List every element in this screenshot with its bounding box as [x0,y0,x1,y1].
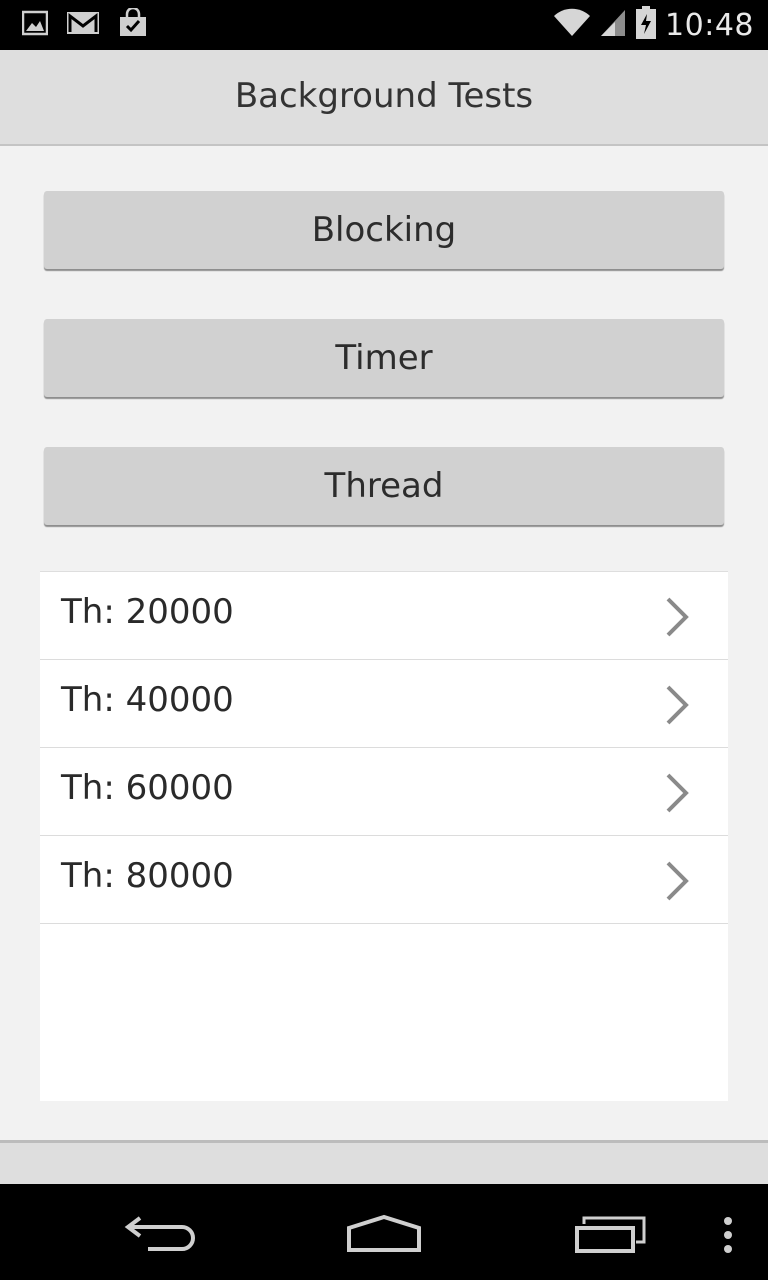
page-title: Background Tests [234,76,534,116]
image-icon [21,10,49,40]
status-time: 10:48 [665,7,754,43]
navigation-bar [0,1184,768,1280]
list-item-label: Th: 40000 [61,680,234,720]
bottom-toolbar [0,1140,768,1184]
signal-icon [599,8,627,42]
battery-charging-icon [635,6,657,44]
chevron-right-icon [666,597,689,637]
shopping-bag-icon [118,6,148,42]
gmail-icon [66,10,100,40]
chevron-right-icon [666,685,689,725]
wifi-icon [553,8,591,42]
action-bar: Background Tests [0,50,768,146]
list-item-label: Th: 20000 [61,592,234,632]
main-content: Blocking Timer Thread Th: 20000 Th: 4000… [0,146,768,1140]
status-bar: 10:48 [0,0,768,50]
chevron-right-icon [666,773,689,813]
blocking-button[interactable]: Blocking [44,191,724,269]
list-item[interactable]: Th: 80000 [40,836,728,924]
system-icons: 10:48 [553,6,754,44]
thread-list: Th: 20000 Th: 40000 Th: 60000 Th: 80000 [40,571,728,1101]
home-icon[interactable] [346,1214,422,1258]
list-item[interactable]: Th: 20000 [40,572,728,660]
notification-icons [21,6,148,42]
list-item-label: Th: 80000 [61,856,234,896]
list-item-label: Th: 60000 [61,768,234,808]
recents-icon[interactable] [574,1216,646,1258]
timer-button[interactable]: Timer [44,319,724,397]
thread-button[interactable]: Thread [44,447,724,525]
back-icon[interactable] [124,1214,196,1258]
overflow-menu-icon[interactable] [722,1216,734,1258]
list-item[interactable]: Th: 60000 [40,748,728,836]
chevron-right-icon [666,861,689,901]
list-item[interactable]: Th: 40000 [40,660,728,748]
